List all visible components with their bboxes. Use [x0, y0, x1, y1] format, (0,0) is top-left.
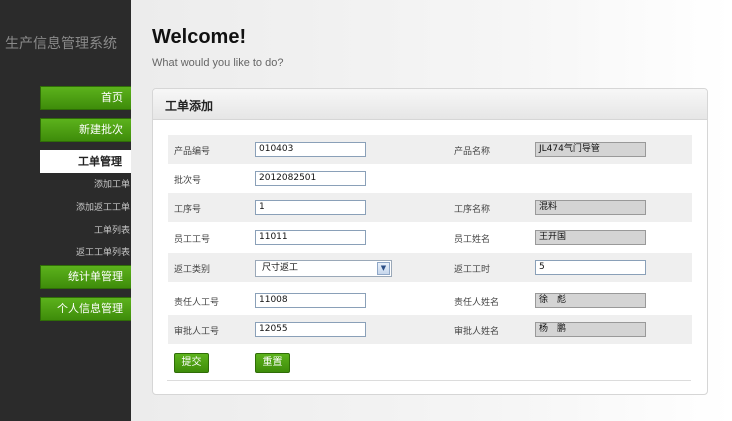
- form-row: 员工工号 11011 员工姓名 王开国: [168, 223, 692, 252]
- submit-button[interactable]: 提交: [174, 353, 209, 373]
- approver-name-field: 杨 鹏: [535, 322, 646, 337]
- responsible-no-input[interactable]: 11008: [255, 293, 366, 308]
- rework-type-label: 返工类别: [174, 265, 211, 275]
- employee-no-label: 员工工号: [174, 235, 211, 245]
- chevron-down-icon[interactable]: ▼: [377, 262, 390, 275]
- rework-type-select[interactable]: 尺寸返工 ▼: [255, 260, 392, 277]
- product-name-label: 产品名称: [454, 147, 491, 157]
- batch-no-input[interactable]: 2012082501: [255, 171, 366, 186]
- form-row: 工序号 1 工序名称 混料: [168, 193, 692, 222]
- process-name-label: 工序名称: [454, 205, 491, 215]
- nav-stats-mgmt-button[interactable]: 统计单管理: [40, 265, 133, 289]
- product-code-input[interactable]: 010403: [255, 142, 366, 157]
- sidebar: 生产信息管理系统 首页 新建批次 工单管理 添加工单 添加返工工单 工单列表 返…: [0, 0, 133, 421]
- product-code-label: 产品编号: [174, 147, 211, 157]
- main-area: Welcome! What would you like to do? 工单添加…: [131, 0, 732, 421]
- subnav-rework-order-list[interactable]: 返工工单列表: [76, 246, 130, 260]
- subnav-work-order-list[interactable]: 工单列表: [94, 224, 130, 238]
- employee-name-field: 王开国: [535, 230, 646, 245]
- responsible-name-label: 责任人姓名: [454, 298, 500, 308]
- rework-hours-label: 返工工时: [454, 265, 491, 275]
- responsible-no-label: 责任人工号: [174, 298, 220, 308]
- nav-personal-mgmt-button[interactable]: 个人信息管理: [40, 297, 133, 321]
- form-row: 批次号 2012082501: [168, 164, 692, 193]
- nav-new-batch-button[interactable]: 新建批次: [40, 118, 133, 142]
- reset-button[interactable]: 重置: [255, 353, 290, 373]
- panel-title: 工单添加: [165, 99, 214, 113]
- form-row: 产品编号 010403 产品名称 JL474气门导管: [168, 135, 692, 164]
- nav-home-button[interactable]: 首页: [40, 86, 133, 110]
- panel-divider: [167, 380, 691, 381]
- work-order-add-panel: 工单添加 产品编号 010403 产品名称 JL474气门导管 批次号 2012…: [152, 88, 708, 395]
- page-subtitle: What would you like to do?: [152, 57, 284, 69]
- subnav-add-work-order[interactable]: 添加工单: [94, 178, 130, 192]
- responsible-name-field: 徐 彪: [535, 293, 646, 308]
- approver-no-input[interactable]: 12055: [255, 322, 366, 337]
- rework-type-value: 尺寸返工: [262, 263, 299, 273]
- rework-hours-input[interactable]: 5: [535, 260, 646, 275]
- approver-no-label: 审批人工号: [174, 327, 220, 337]
- app-brand: 生产信息管理系统: [5, 36, 117, 52]
- approver-name-label: 审批人姓名: [454, 327, 500, 337]
- employee-no-input[interactable]: 11011: [255, 230, 366, 245]
- employee-name-label: 员工姓名: [454, 235, 491, 245]
- subnav-add-rework-order[interactable]: 添加返工工单: [76, 201, 130, 215]
- form-row: 责任人工号 11008 责任人姓名 徐 彪: [168, 286, 692, 315]
- panel-header: 工单添加: [153, 89, 707, 120]
- form-row: 审批人工号 12055 审批人姓名 杨 鹏: [168, 315, 692, 344]
- nav-work-order-mgmt[interactable]: 工单管理: [40, 150, 131, 173]
- batch-no-label: 批次号: [174, 176, 202, 186]
- form-row: 返工类别 尺寸返工 ▼ 返工工时 5: [168, 253, 692, 282]
- process-name-field: 混料: [535, 200, 646, 215]
- page-title: Welcome!: [152, 26, 247, 48]
- product-name-field: JL474气门导管: [535, 142, 646, 157]
- process-no-label: 工序号: [174, 205, 202, 215]
- process-no-input[interactable]: 1: [255, 200, 366, 215]
